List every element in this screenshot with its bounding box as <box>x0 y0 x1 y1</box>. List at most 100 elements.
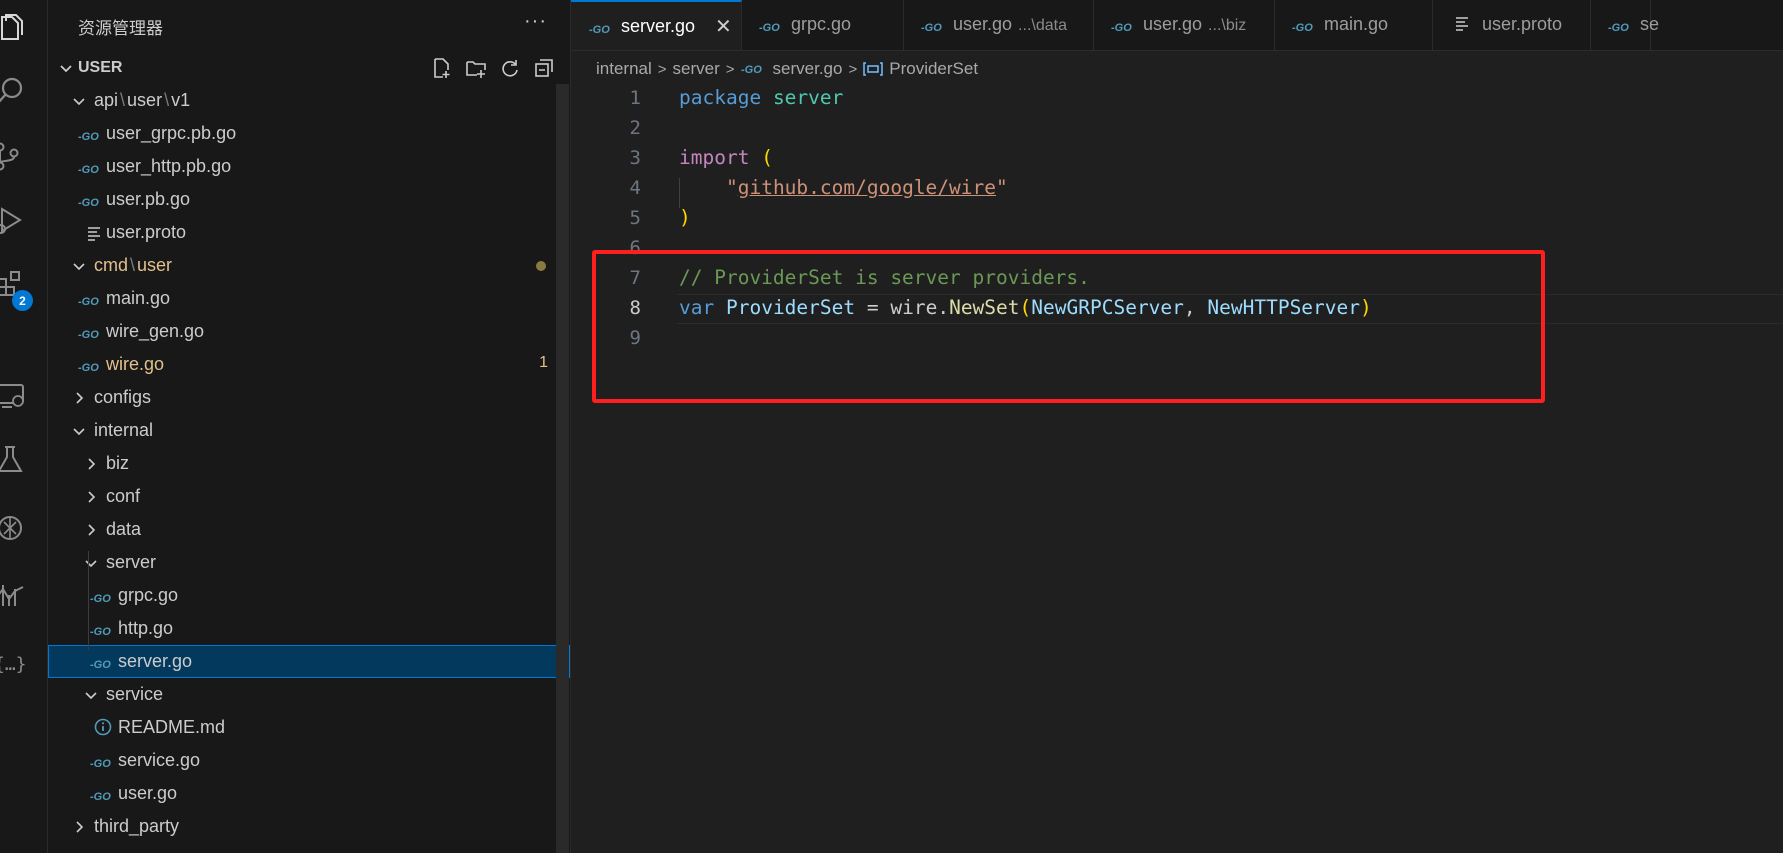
run-debug-icon <box>0 207 22 234</box>
activity-bar: 2 {…} <box>0 0 48 853</box>
more-actions-button[interactable]: ··· <box>524 10 547 33</box>
code-editor[interactable]: 1 2 3 4 5 6 7 8 9 package server import … <box>571 84 1783 853</box>
chevron-right-icon <box>82 521 100 544</box>
tree-item-label: wire_gen.go <box>106 321 205 341</box>
breadcrumb-symbol[interactable]: ProviderSet <box>889 59 978 79</box>
file-wire-go[interactable]: -GO wire.go 1 <box>48 348 570 381</box>
new-file-button[interactable] <box>430 56 454 80</box>
file-user-proto[interactable]: user.proto <box>48 216 570 249</box>
testing-activity[interactable] <box>0 432 47 488</box>
breadcrumb-file[interactable]: server.go <box>773 59 843 79</box>
folder-api-user-v1[interactable]: api \ user \ v1 <box>48 84 570 117</box>
file-http-go[interactable]: -GO http.go <box>48 612 570 645</box>
svg-text:-GO: -GO <box>1111 22 1132 34</box>
breadcrumb-internal[interactable]: internal <box>596 59 652 79</box>
analytics-activity[interactable] <box>0 566 47 622</box>
tree-item-label: wire.go <box>106 354 165 374</box>
folder-service[interactable]: service <box>48 678 570 711</box>
folder-server[interactable]: server <box>48 546 570 579</box>
tree-item-label: user.proto <box>106 222 187 242</box>
svg-text:-GO: -GO <box>90 791 111 803</box>
red-highlight-box <box>592 250 1545 403</box>
variable-symbol-icon <box>863 62 883 76</box>
go-file-icon: -GO <box>78 160 104 181</box>
file-service-go[interactable]: -GO service.go <box>48 744 570 777</box>
path-separator: \ <box>164 90 170 110</box>
file-wire-gen-go[interactable]: -GO wire_gen.go <box>48 315 570 348</box>
folder-internal[interactable]: internal <box>48 414 570 447</box>
tab-main-go[interactable]: -GO main.go <box>1274 0 1433 50</box>
svg-text:-GO: -GO <box>90 626 111 638</box>
svg-text:-GO: -GO <box>78 164 99 176</box>
file-main-go[interactable]: -GO main.go <box>48 282 570 315</box>
workspace-section-header[interactable]: USER <box>48 52 570 84</box>
go-file-icon: -GO <box>78 292 104 313</box>
extensions-activity[interactable]: 2 <box>0 256 47 312</box>
tab-server-go[interactable]: -GO server.go ✕ <box>571 0 742 50</box>
file-user-http-pb-go[interactable]: -GO user_http.pb.go <box>48 150 570 183</box>
go-file-icon: -GO <box>1292 18 1318 39</box>
tab-user-go-data[interactable]: -GO user.go ...\data <box>903 0 1094 50</box>
json-activity[interactable]: {…} <box>0 636 47 692</box>
tree-item-label: user_grpc.pb.go <box>106 123 237 143</box>
breadcrumb-server[interactable]: server <box>673 59 720 79</box>
source-control-activity[interactable] <box>0 128 47 184</box>
file-server-go[interactable]: -GO server.go <box>48 645 570 678</box>
explorer-sidebar: 资源管理器 ··· USER api \ user \ v1 -GO user_grpc.p… <box>48 0 571 853</box>
file-user-pb-go[interactable]: -GO user.pb.go <box>48 183 570 216</box>
svg-text:-GO: -GO <box>589 24 610 36</box>
go-file-icon: -GO <box>90 622 116 643</box>
package-name: server <box>772 86 844 109</box>
extensions-badge: 2 <box>12 290 33 311</box>
sidebar-scrollbar[interactable] <box>556 84 569 853</box>
folder-cmd-user[interactable]: cmd \ user <box>48 249 570 282</box>
file-grpc-go[interactable]: -GO grpc.go <box>48 579 570 612</box>
folder-data[interactable]: data <box>48 513 570 546</box>
chatgpt-activity[interactable] <box>0 500 47 556</box>
go-file-icon: -GO <box>78 193 104 214</box>
chevron-right-icon <box>70 389 88 412</box>
tree-item-label: configs <box>94 387 152 407</box>
explorer-activity[interactable] <box>0 0 47 56</box>
path-segment: user <box>127 90 163 110</box>
file-user-go[interactable]: -GO user.go <box>48 777 570 810</box>
openai-icon <box>0 516 22 540</box>
line-number: 4 <box>629 177 641 199</box>
import-path-link[interactable]: github.com/google/wire <box>738 176 996 199</box>
tab-se[interactable]: -GO se <box>1590 0 1659 50</box>
refresh-button[interactable] <box>498 56 522 80</box>
run-debug-activity[interactable] <box>0 192 47 248</box>
go-file-icon: -GO <box>90 655 116 676</box>
svg-text:-GO: -GO <box>1608 22 1629 34</box>
breadcrumb: internal > server > -GO server.go > Prov… <box>596 56 978 82</box>
tab-grpc-go[interactable]: -GO grpc.go <box>741 0 904 50</box>
go-file-icon: -GO <box>921 18 947 39</box>
folder-configs[interactable]: configs <box>48 381 570 414</box>
breadcrumb-separator: > <box>657 60 667 78</box>
tree-item-label: http.go <box>118 618 174 638</box>
tab-user-proto[interactable]: user.proto <box>1432 0 1591 50</box>
tree-item-label: third_party <box>94 816 180 836</box>
close-tab-button[interactable]: ✕ <box>715 14 732 39</box>
tab-label: user.go <box>1143 14 1203 34</box>
svg-text:-GO: -GO <box>78 197 99 209</box>
file-readme-md[interactable]: README.md <box>48 711 570 744</box>
go-file-icon: -GO <box>90 787 116 808</box>
new-folder-button[interactable] <box>464 56 488 80</box>
collapse-all-button[interactable] <box>532 56 556 80</box>
svg-text:-GO: -GO <box>78 131 99 143</box>
file-user-grpc-pb-go[interactable]: -GO user_grpc.pb.go <box>48 117 570 150</box>
folder-third-party[interactable]: third_party <box>48 810 570 843</box>
go-file-icon: -GO <box>589 20 615 41</box>
chevron-right-icon <box>82 455 100 478</box>
folder-biz[interactable]: biz <box>48 447 570 480</box>
tree-item-label: user.pb.go <box>106 189 191 209</box>
remote-explorer-activity[interactable] <box>0 368 47 424</box>
chart-icon <box>0 585 24 606</box>
svg-text:-GO: -GO <box>90 593 111 605</box>
tab-user-go-biz[interactable]: -GO user.go ...\biz <box>1093 0 1275 50</box>
search-activity[interactable] <box>0 64 47 120</box>
tree-item-label: service.go <box>118 750 201 770</box>
tree-item-label: user_http.pb.go <box>106 156 232 176</box>
folder-conf[interactable]: conf <box>48 480 570 513</box>
